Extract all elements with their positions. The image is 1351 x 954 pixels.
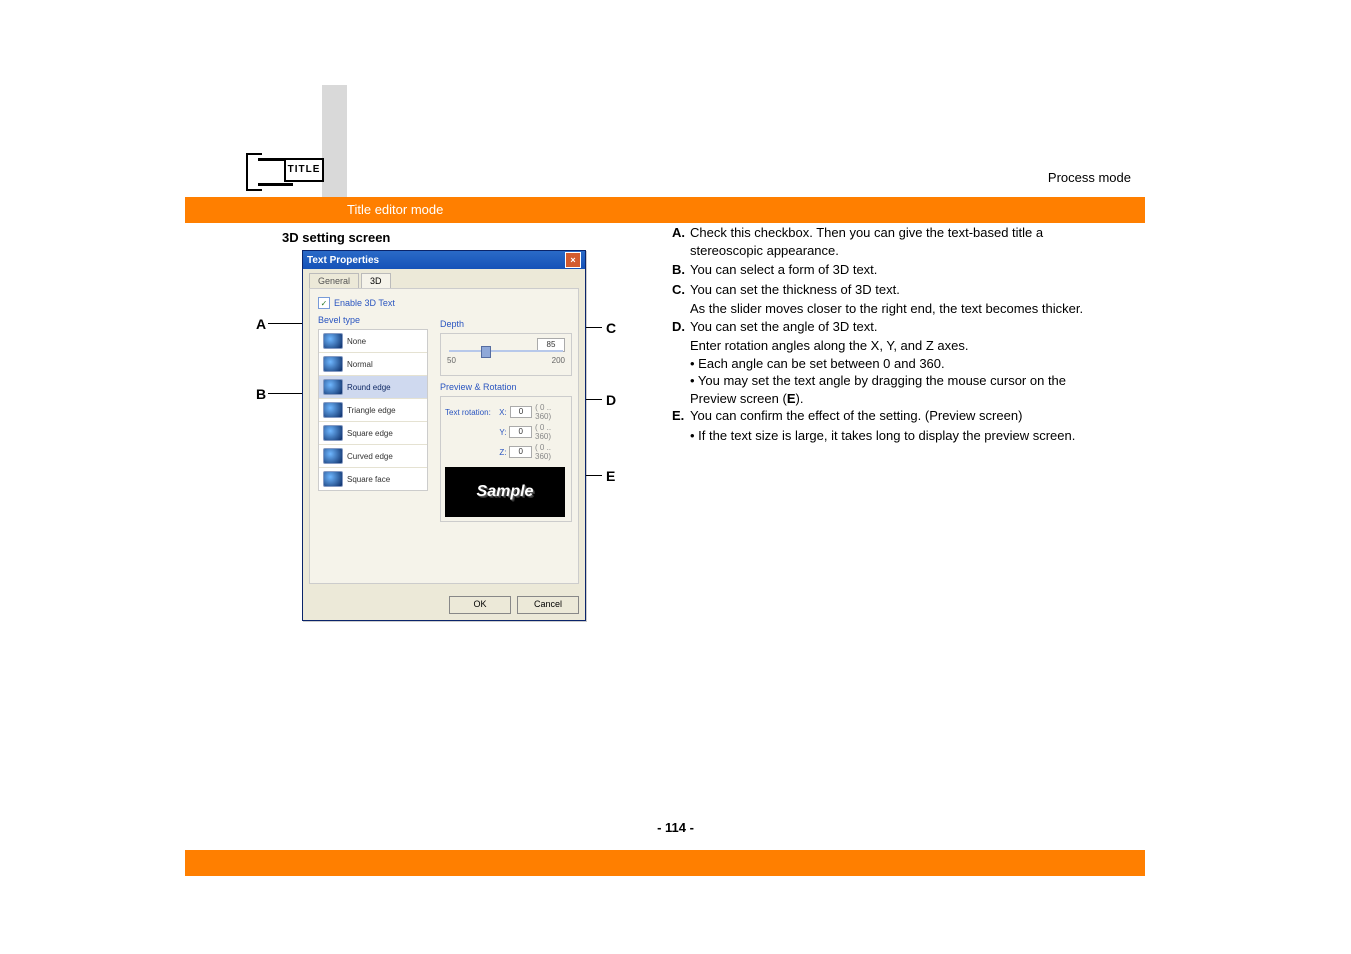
text-properties-dialog: Text Properties × General 3D Enable 3D T…: [302, 250, 586, 621]
enable-3d-label: Enable 3D Text: [334, 298, 395, 308]
depth-group: 85 50 200: [440, 333, 572, 376]
depth-max: 200: [552, 356, 565, 365]
desc-E-text: You can confirm the effect of the settin…: [690, 407, 1102, 425]
tab-general[interactable]: General: [309, 273, 359, 288]
preview-rotation-group: Text rotation: X: 0 ( 0 .. 360) Y: 0 ( 0…: [440, 396, 572, 522]
rot-y-label: Y:: [499, 428, 506, 437]
list-item: Round edge: [319, 376, 427, 399]
header-bar: Title editor mode: [185, 197, 1145, 223]
bevel-type-list[interactable]: None Normal Round edge Triangle edge Squ…: [318, 329, 428, 491]
rot-range: ( 0 .. 360): [535, 443, 567, 461]
ok-button[interactable]: OK: [449, 596, 511, 614]
depth-slider[interactable]: [449, 350, 563, 352]
desc-E-bullet: • If the text size is large, it takes lo…: [690, 427, 1102, 445]
title-editor-mode-label: Title editor mode: [347, 197, 443, 223]
list-item: Square edge: [319, 422, 427, 445]
desc-C-sub: As the slider moves closer to the right …: [690, 300, 1102, 318]
desc-B-text: You can select a form of 3D text.: [690, 261, 1102, 279]
text-rotation-label: Text rotation:: [445, 408, 496, 417]
rot-z-input[interactable]: 0: [509, 446, 532, 458]
desc-A-text: Check this checkbox. Then you can give t…: [690, 224, 1102, 259]
callout-E: E: [606, 468, 615, 484]
preview-screen[interactable]: Sample: [445, 467, 565, 517]
rot-z-label: Z:: [499, 448, 506, 457]
title-badge: TITLE: [284, 158, 324, 182]
list-item: Normal: [319, 353, 427, 376]
list-item: None: [319, 330, 427, 353]
callout-D: D: [606, 392, 616, 408]
depth-min: 50: [447, 356, 456, 365]
list-item: Square face: [319, 468, 427, 490]
desc-C-text: You can set the thickness of 3D text.: [690, 281, 1102, 299]
title-icon: TITLE: [246, 145, 318, 185]
callout-B: B: [256, 386, 266, 402]
desc-D-bullet1: • Each angle can be set between 0 and 36…: [690, 355, 1102, 373]
list-item: Curved edge: [319, 445, 427, 468]
list-item: Triangle edge: [319, 399, 427, 422]
gray-header-block: [322, 85, 347, 205]
rot-x-input[interactable]: 0: [510, 406, 532, 418]
desc-E-label: E.: [672, 407, 690, 425]
desc-B-label: B.: [672, 261, 690, 279]
rot-range: ( 0 .. 360): [535, 423, 567, 441]
desc-D-sub: Enter rotation angles along the X, Y, an…: [690, 337, 1102, 355]
rot-range: ( 0 .. 360): [535, 403, 567, 421]
desc-C-label: C.: [672, 281, 690, 299]
page-number: - 114 -: [0, 820, 1351, 835]
dialog-title: Text Properties: [307, 255, 379, 266]
preview-rotation-label: Preview & Rotation: [440, 382, 572, 392]
description-list: A.Check this checkbox. Then you can give…: [672, 224, 1102, 445]
rot-x-label: X:: [499, 408, 507, 417]
cancel-button[interactable]: Cancel: [517, 596, 579, 614]
desc-D-bullet2: • You may set the text angle by dragging…: [690, 372, 1102, 407]
process-mode-label: Process mode: [1048, 170, 1131, 185]
enable-3d-checkbox[interactable]: [318, 297, 330, 309]
footer-bar: [185, 850, 1145, 876]
depth-label: Depth: [440, 319, 572, 329]
close-icon[interactable]: ×: [565, 252, 581, 268]
callout-C: C: [606, 320, 616, 336]
callout-A: A: [256, 316, 266, 332]
tab-3d[interactable]: 3D: [361, 273, 391, 288]
desc-D-text: You can set the angle of 3D text.: [690, 318, 1102, 336]
desc-D-label: D.: [672, 318, 690, 336]
rot-y-input[interactable]: 0: [509, 426, 532, 438]
desc-A-label: A.: [672, 224, 690, 259]
